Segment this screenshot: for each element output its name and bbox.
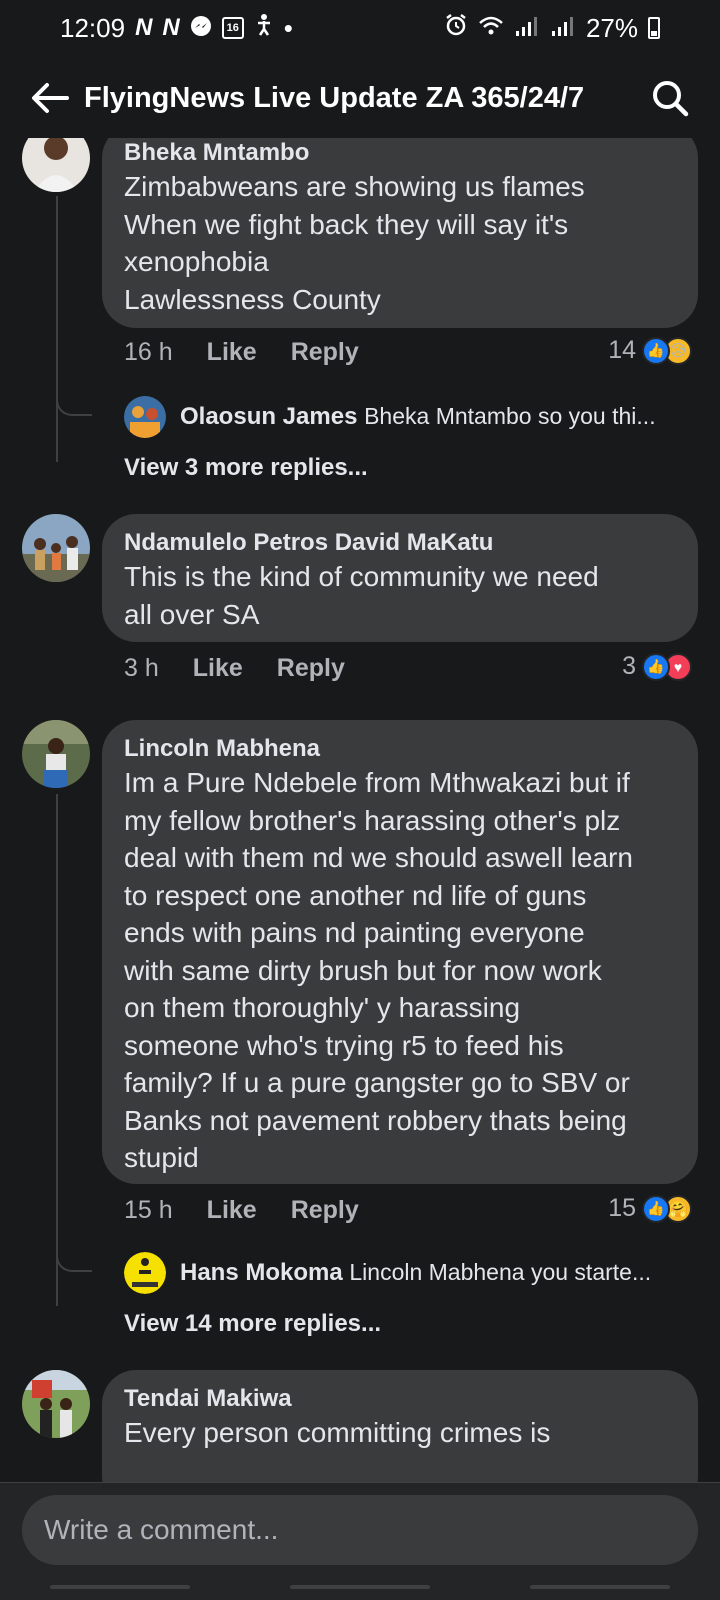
dot-icon: • <box>283 12 293 43</box>
comment-line: xenophobia <box>124 246 269 277</box>
comment-author[interactable]: Ndamulelo Petros David MaKatu <box>124 528 676 558</box>
comment-time: 3 h <box>124 654 159 682</box>
nav-recents-indicator[interactable] <box>50 1585 190 1589</box>
reply-snippet: Lincoln Mabhena you starte... <box>349 1259 652 1285</box>
nav-home-indicator[interactable] <box>290 1585 430 1589</box>
thread-connector <box>56 1250 92 1272</box>
comment-author[interactable]: Tendai Makiwa <box>124 1384 676 1414</box>
composer-area: Write a comment... <box>0 1482 720 1600</box>
comment-input[interactable]: Write a comment... <box>22 1495 698 1565</box>
header: FlyingNews Live Update ZA 365/24/7 <box>0 66 720 130</box>
comment-line: Zimbabweans are showing us flames <box>124 171 585 202</box>
reaction-summary[interactable]: 3 👍 ♥ <box>622 652 692 681</box>
comment-text: Zimbabweans are showing us flames When w… <box>124 168 676 318</box>
search-icon[interactable] <box>648 76 692 120</box>
reply-preview-text: Olaosun James Bheka Mntambo so you thi..… <box>180 403 656 431</box>
comment-line: This is the kind of community we need <box>124 561 599 592</box>
comment-time: 15 h <box>124 1196 173 1224</box>
comment-text: Every person committing crimes is <box>124 1414 676 1452</box>
comment-line: family? If u a pure gangster go to SBV o… <box>124 1067 630 1098</box>
screen: 12:09 N N 16 • 27% FlyingNews Live Updat… <box>0 0 720 1600</box>
back-arrow-icon[interactable] <box>28 76 72 120</box>
comment-meta: 15 h Like Reply <box>124 1196 393 1225</box>
status-left: 12:09 N N 16 • <box>60 13 293 44</box>
avatar <box>124 1252 166 1294</box>
reaction-count: 14 <box>608 336 636 364</box>
status-time: 12:09 <box>60 12 126 43</box>
avatar[interactable] <box>22 1370 90 1438</box>
accessibility-icon <box>254 13 274 44</box>
calendar-icon: 16 <box>221 17 244 39</box>
like-button[interactable]: Like <box>193 654 243 683</box>
comment-line: with same dirty brush but for now work <box>124 954 602 986</box>
alarm-icon <box>444 13 468 44</box>
comment-meta: 16 h Like Reply <box>124 338 393 367</box>
status-right: 27% <box>444 13 660 44</box>
notification-n-icon: N <box>162 14 180 41</box>
wifi-icon <box>478 13 504 44</box>
system-nav-bar <box>0 1574 720 1600</box>
comment-meta: 3 h Like Reply <box>124 654 379 683</box>
battery-percent: 27% <box>585 12 638 43</box>
avatar[interactable] <box>22 138 90 192</box>
avatar[interactable] <box>22 720 90 788</box>
comment-line: deal with them nd we should aswell learn <box>124 842 633 873</box>
thread-line <box>56 196 58 462</box>
notification-n-icon: N <box>135 14 153 41</box>
comment-line: Every person committing crimes is <box>124 1417 551 1448</box>
reply-preview[interactable]: Olaosun James Bheka Mntambo so you thi..… <box>124 396 694 438</box>
thread-line <box>56 794 58 1306</box>
reaction-summary[interactable]: 15 👍 🤗 <box>608 1194 692 1223</box>
reply-button[interactable]: Reply <box>291 338 359 367</box>
comment-line: my fellow brother's harassing other's pl… <box>124 804 621 836</box>
comment-line: all over SA <box>124 598 260 630</box>
comment-line: stupid <box>124 1142 199 1173</box>
messenger-icon <box>190 13 212 44</box>
comment-bubble: Lincoln Mabhena Im a Pure Ndebele from M… <box>102 720 698 1184</box>
comment-line: When we fight back they will say it's <box>124 208 569 240</box>
signal-icon <box>550 13 576 44</box>
reply-button[interactable]: Reply <box>277 654 345 683</box>
thumbs-up-reaction-icon: 👍 <box>642 1194 670 1223</box>
signal-icon <box>514 13 540 44</box>
nav-back-indicator[interactable] <box>530 1585 670 1589</box>
reply-author: Hans Mokoma <box>180 1259 343 1286</box>
comment-line: on them thoroughly' y harassing <box>124 992 521 1023</box>
reply-author: Olaosun James <box>180 403 358 430</box>
comment-text: This is the kind of community we need al… <box>124 558 676 633</box>
reply-snippet: Bheka Mntambo so you thi... <box>364 403 656 429</box>
comment-bubble: Tendai Makiwa Every person committing cr… <box>102 1370 698 1482</box>
comment-bubble: Ndamulelo Petros David MaKatu This is th… <box>102 514 698 642</box>
comment-line: someone who's trying r5 to feed his <box>124 1029 564 1061</box>
comment-author[interactable]: Lincoln Mabhena <box>124 734 676 764</box>
comment-text: Im a Pure Ndebele from Mthwakazi but if … <box>124 764 676 1177</box>
comment-line: Lawlessness County <box>124 283 381 315</box>
comment-bubble: Bheka Mntambo Zimbabweans are showing us… <box>102 138 698 328</box>
reply-preview[interactable]: Hans Mokoma Lincoln Mabhena you starte..… <box>124 1252 694 1294</box>
view-more-replies[interactable]: View 3 more replies... <box>124 454 368 482</box>
status-bar: 12:09 N N 16 • 27% <box>0 0 720 56</box>
page-title: FlyingNews Live Update ZA 365/24/7 <box>84 81 585 114</box>
comment-line: Im a Pure Ndebele from Mthwakazi but if <box>124 767 630 798</box>
avatar[interactable] <box>22 514 90 582</box>
comment-line: to respect one another nd life of guns <box>124 879 587 911</box>
like-button[interactable]: Like <box>207 1196 257 1225</box>
battery-icon <box>648 17 660 39</box>
comment-time: 16 h <box>124 338 173 366</box>
comment-list: Bheka Mntambo Zimbabweans are showing us… <box>0 138 720 1482</box>
thread-connector <box>56 394 92 416</box>
reaction-summary[interactable]: 14 👍 😥 <box>608 336 692 365</box>
comment-line: ends with pains nd painting everyone <box>124 917 585 948</box>
view-more-replies[interactable]: View 14 more replies... <box>124 1310 381 1338</box>
thumbs-up-reaction-icon: 👍 <box>642 336 670 365</box>
avatar <box>124 396 166 438</box>
reaction-count: 15 <box>608 1194 636 1222</box>
thumbs-up-reaction-icon: 👍 <box>642 652 670 681</box>
reaction-count: 3 <box>622 652 636 680</box>
comment-author[interactable]: Bheka Mntambo <box>124 138 676 168</box>
reply-button[interactable]: Reply <box>291 1196 359 1225</box>
comment-line: Banks not pavement robbery thats being <box>124 1104 627 1136</box>
reply-preview-text: Hans Mokoma Lincoln Mabhena you starte..… <box>180 1259 651 1287</box>
like-button[interactable]: Like <box>207 338 257 367</box>
